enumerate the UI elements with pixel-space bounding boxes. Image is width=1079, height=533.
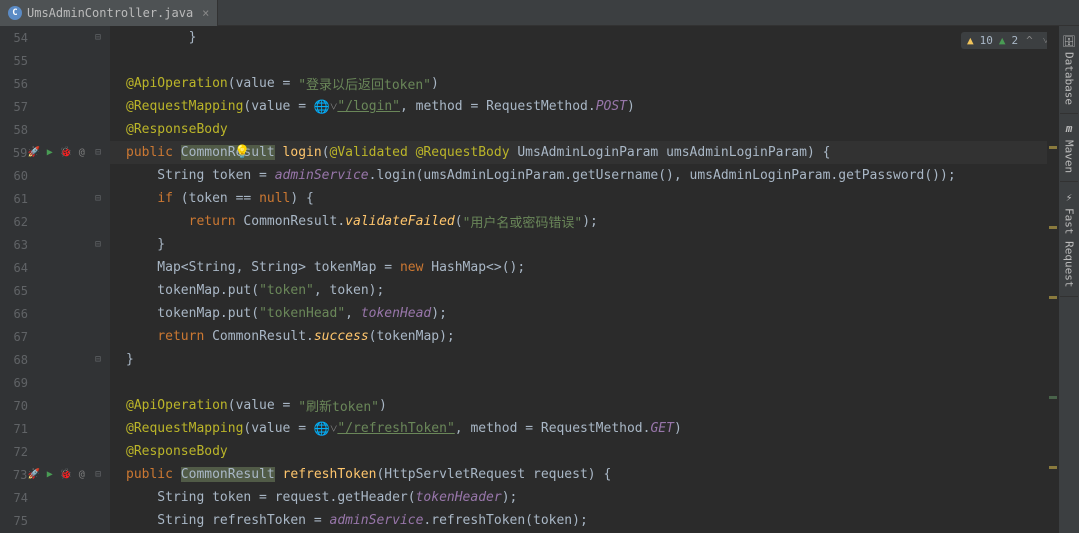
url-link[interactable]: "/login" xyxy=(337,99,400,114)
rocket-icon[interactable]: 🚀 xyxy=(27,468,40,481)
globe-icon[interactable]: 🌐˅ xyxy=(314,421,338,437)
url-link[interactable]: "/refreshToken" xyxy=(337,421,454,436)
scroll-mark[interactable] xyxy=(1049,466,1057,469)
scroll-mark[interactable] xyxy=(1049,396,1057,399)
fold-icon[interactable]: ⊟ xyxy=(92,354,104,365)
line-number: 67 xyxy=(0,330,28,344)
line-number: 61 xyxy=(0,192,28,206)
at-icon[interactable]: @ xyxy=(75,468,88,481)
bolt-icon: ⚡ xyxy=(1062,190,1076,204)
annotation: @RequestMapping xyxy=(126,421,243,436)
line-number: 62 xyxy=(0,215,28,229)
annotation: @ResponseBody xyxy=(126,444,228,459)
java-class-icon: C xyxy=(8,6,22,20)
line-number: 55 xyxy=(0,54,28,68)
line-number: 75 xyxy=(0,514,28,528)
line-number: 59 xyxy=(0,146,27,160)
sidebar-item-label: Fast Request xyxy=(1063,208,1076,287)
line-number: 73 xyxy=(0,468,27,482)
run-icon[interactable]: ▶ xyxy=(43,468,56,481)
scroll-mark[interactable] xyxy=(1049,146,1057,149)
fold-icon[interactable]: ⊟ xyxy=(92,239,104,250)
fold-icon[interactable]: ⊟ xyxy=(92,193,104,204)
hint-count: 2 xyxy=(1012,34,1019,47)
hint-icon: ▲ xyxy=(999,34,1006,47)
fold-icon[interactable]: ⊟ xyxy=(92,147,104,158)
bulb-icon[interactable]: 💡 xyxy=(234,145,250,160)
fold-icon[interactable]: ⊟ xyxy=(92,32,104,43)
annotation: @ResponseBody xyxy=(126,122,228,137)
tab-title: UmsAdminController.java xyxy=(27,6,193,20)
scroll-mark[interactable] xyxy=(1049,226,1057,229)
close-icon[interactable]: × xyxy=(202,6,209,20)
sidebar-item-database[interactable]: 🗄 Database xyxy=(1060,26,1078,114)
run-icon[interactable]: ▶ xyxy=(43,146,56,159)
sidebar-item-label: Maven xyxy=(1063,140,1076,173)
line-number: 69 xyxy=(0,376,28,390)
warning-icon: ▲ xyxy=(967,34,974,47)
line-number: 72 xyxy=(0,445,28,459)
line-number: 71 xyxy=(0,422,28,436)
code-text: } xyxy=(126,30,196,45)
editor-area: 54 ⊟ 55 56 57 58 59 🚀 ▶ 🐞 @ ⊟ 60 61 ⊟ 62 6… xyxy=(0,26,1079,533)
database-icon: 🗄 xyxy=(1062,34,1076,48)
right-tool-sidebar: 🗄 Database m Maven ⚡ Fast Request xyxy=(1059,26,1079,533)
line-number: 65 xyxy=(0,284,28,298)
line-number: 68 xyxy=(0,353,28,367)
at-icon[interactable]: @ xyxy=(75,146,88,159)
file-tab[interactable]: C UmsAdminController.java × xyxy=(0,0,218,26)
code-area[interactable]: } @ApiOperation(value = "登录以后返回token") @… xyxy=(110,26,1079,533)
line-number: 70 xyxy=(0,399,28,413)
line-number: 63 xyxy=(0,238,28,252)
tab-bar: C UmsAdminController.java × xyxy=(0,0,1079,26)
line-number: 57 xyxy=(0,100,28,114)
line-number: 58 xyxy=(0,123,28,137)
line-number: 56 xyxy=(0,77,28,91)
line-number: 64 xyxy=(0,261,28,275)
fold-icon[interactable]: ⊟ xyxy=(92,469,104,480)
globe-icon[interactable]: 🌐˅ xyxy=(314,99,338,115)
maven-icon: m xyxy=(1062,122,1076,136)
chevron-up-icon[interactable]: ^ xyxy=(1024,34,1035,47)
annotation: @RequestMapping xyxy=(126,99,243,114)
sidebar-item-maven[interactable]: m Maven xyxy=(1060,114,1078,182)
line-number: 54 xyxy=(0,31,28,45)
debug-icon[interactable]: 🐞 xyxy=(59,468,72,481)
scroll-mark[interactable] xyxy=(1049,296,1057,299)
line-number: 60 xyxy=(0,169,28,183)
line-number: 66 xyxy=(0,307,28,321)
sidebar-item-label: Database xyxy=(1063,52,1076,105)
annotation: @ApiOperation xyxy=(126,76,228,91)
warning-count: 10 xyxy=(980,34,993,47)
inspection-bar[interactable]: ▲ 10 ▲ 2 ^ ˅ xyxy=(961,32,1057,49)
scroll-track[interactable] xyxy=(1047,26,1059,533)
line-number: 74 xyxy=(0,491,28,505)
rocket-icon[interactable]: 🚀 xyxy=(27,146,40,159)
gutter: 54 ⊟ 55 56 57 58 59 🚀 ▶ 🐞 @ ⊟ 60 61 ⊟ 62 6… xyxy=(0,26,110,533)
annotation: @ApiOperation xyxy=(126,398,228,413)
sidebar-item-fast-request[interactable]: ⚡ Fast Request xyxy=(1060,182,1078,296)
debug-icon[interactable]: 🐞 xyxy=(59,146,72,159)
